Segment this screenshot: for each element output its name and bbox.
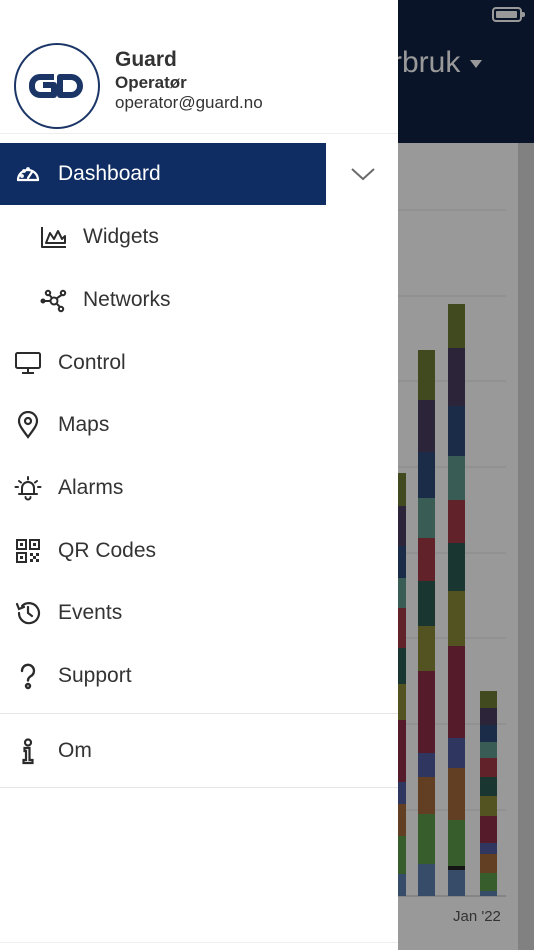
nav-item-maps[interactable]: Maps (0, 394, 398, 456)
nav-item-label: Alarms (58, 476, 124, 499)
nav-item-label: Networks (83, 288, 171, 311)
speedometer-icon (14, 160, 42, 188)
nav-item-label: Support (58, 664, 132, 687)
alarm-bell-icon (14, 474, 42, 502)
nav-item-label: Dashboard (58, 162, 161, 185)
nav-item-om[interactable]: Om (0, 720, 398, 782)
nav-item-label: Om (58, 739, 92, 762)
nav-item-label: Widgets (83, 225, 159, 248)
nav-item-qr-codes[interactable]: QR Codes (0, 520, 398, 582)
history-icon (14, 599, 42, 627)
info-icon (14, 737, 42, 765)
question-icon (14, 662, 42, 690)
avatar (14, 43, 100, 129)
divider (0, 787, 398, 788)
nav-item-alarms[interactable]: Alarms (0, 457, 398, 519)
monitor-icon (14, 349, 42, 377)
network-graph-icon (40, 286, 68, 314)
profile-header: Guard Operatør operator@guard.no (0, 0, 398, 134)
profile-name: Guard (115, 48, 177, 71)
nav-item-label: QR Codes (58, 539, 157, 562)
area-chart-icon (40, 223, 68, 251)
nav-item-dashboard[interactable]: Dashboard (0, 143, 326, 205)
nav-item-label: Control (58, 351, 126, 374)
nav-item-widgets[interactable]: Widgets (0, 206, 398, 268)
divider (0, 942, 398, 943)
nav-item-label: Maps (58, 413, 110, 436)
guard-logo-icon (29, 74, 83, 98)
nav-item-networks[interactable]: Networks (0, 269, 398, 331)
map-pin-icon (14, 410, 42, 439)
profile-email: operator@guard.no (115, 93, 263, 112)
navigation-drawer: Guard Operatør operator@guard.no Dashboa… (0, 0, 398, 950)
chevron-down-icon[interactable] (350, 166, 376, 182)
nav-item-control[interactable]: Control (0, 332, 398, 394)
qr-code-icon (14, 537, 42, 565)
nav-item-support[interactable]: Support (0, 645, 398, 707)
nav-item-label: Events (58, 601, 123, 624)
profile-role: Operatør (115, 73, 187, 92)
nav-item-events[interactable]: Events (0, 582, 398, 644)
divider (0, 713, 398, 714)
